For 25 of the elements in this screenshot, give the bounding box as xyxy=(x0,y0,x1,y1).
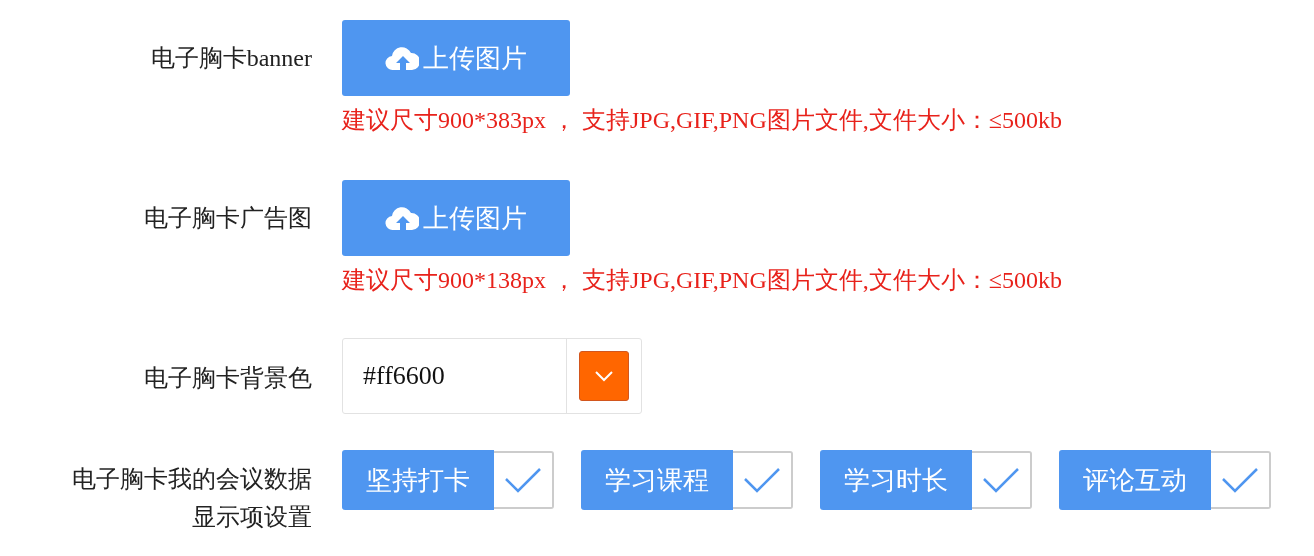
check-icon xyxy=(1221,466,1259,494)
checkbox[interactable] xyxy=(1211,451,1271,509)
option-label: 坚持打卡 xyxy=(342,450,494,510)
color-dropdown-button[interactable] xyxy=(579,351,629,401)
option-label: 学习课程 xyxy=(581,450,733,510)
checkbox[interactable] xyxy=(972,451,1032,509)
checkbox[interactable] xyxy=(733,451,793,509)
check-icon xyxy=(982,466,1020,494)
check-icon xyxy=(743,466,781,494)
option-label: 评论互动 xyxy=(1059,450,1211,510)
field-label: 电子胸卡广告图 xyxy=(143,204,312,233)
upload-button[interactable]: 上传图片 xyxy=(342,180,570,256)
hint-text: 建议尺寸900*383px ， 支持JPG,GIF,PNG图片文件,文件大小：≤500kb xyxy=(342,106,1062,134)
color-picker-field[interactable]: #ff6600 xyxy=(342,338,642,414)
option-label: 学习时长 xyxy=(820,450,972,510)
cloud-upload-icon xyxy=(385,205,419,231)
check-icon xyxy=(504,466,542,494)
field-label: 电子胸卡banner xyxy=(149,44,312,73)
field-label: 电子胸卡背景色 xyxy=(143,364,312,393)
hint-text: 建议尺寸900*138px ， 支持JPG,GIF,PNG图片文件,文件大小：≤500kb xyxy=(342,266,1062,294)
chevron-down-icon xyxy=(593,369,615,383)
upload-button[interactable]: 上传图片 xyxy=(342,20,570,96)
checkbox[interactable] xyxy=(494,451,554,509)
field-label: 电子胸卡我的会议数据显示项设置 xyxy=(71,465,312,532)
cloud-upload-icon xyxy=(385,45,419,71)
